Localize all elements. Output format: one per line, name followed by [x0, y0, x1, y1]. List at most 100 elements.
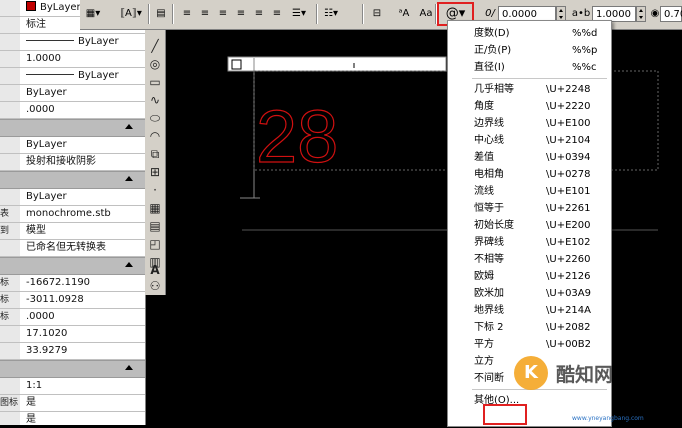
property-row[interactable]: ByLayer — [0, 85, 145, 102]
collapse-arrow-icon[interactable] — [125, 124, 133, 129]
gradient-tool-icon[interactable]: ▤ — [147, 218, 163, 234]
columns-icon[interactable]: ▤ — [154, 6, 168, 22]
property-row[interactable]: 标 -3011.0928 — [0, 292, 145, 309]
multiline-text-icon[interactable]: A — [147, 262, 163, 278]
section-print-style[interactable] — [0, 171, 145, 189]
symbol-menu-item[interactable]: 直径(I) %%c — [448, 59, 611, 76]
circle-tool-icon[interactable]: ◎ — [147, 56, 163, 72]
property-row[interactable]: 17.1020 — [0, 326, 145, 343]
property-value-cell[interactable]: ByLayer — [22, 68, 145, 84]
property-value-cell[interactable]: ByLayer — [22, 137, 145, 153]
align-left-icon[interactable]: ≡ — [180, 6, 194, 22]
symbol-menu-item[interactable]: 欧姆 \U+2126 — [448, 268, 611, 285]
ellipse-tool-icon[interactable]: ⬭ — [147, 110, 163, 126]
symbol-menu-item[interactable]: 其他(O)... — [448, 392, 611, 409]
symbol-menu-item[interactable]: 平方 \U+00B2 — [448, 336, 611, 353]
tab-stop-icon[interactable] — [231, 59, 242, 70]
property-row[interactable]: 已命名但无转换表 — [0, 240, 145, 257]
property-row[interactable]: 是 — [0, 412, 145, 425]
symbol-menu-item[interactable]: 边界线 \U+E100 — [448, 115, 611, 132]
property-row[interactable]: 表 monochrome.stb — [0, 206, 145, 223]
symbol-menu-item[interactable]: 初始长度 \U+E200 — [448, 217, 611, 234]
property-value-cell[interactable]: ByLayer — [22, 85, 145, 101]
property-row[interactable]: ByLayer — [0, 137, 145, 154]
bold-format-icon[interactable]: ▦▾ — [82, 6, 104, 22]
align-center-icon[interactable]: ≡ — [198, 6, 212, 22]
hatch-tool-icon[interactable]: ▦ — [147, 200, 163, 216]
property-value-cell[interactable]: 投射和接收阴影 — [22, 154, 145, 170]
symbol-menu-item[interactable]: 流线 \U+E101 — [448, 183, 611, 200]
symbol-menu-item[interactable]: 电相角 \U+0278 — [448, 166, 611, 183]
line-tool-icon[interactable]: ╱ — [147, 38, 163, 54]
property-value-cell[interactable]: 33.9279 — [22, 343, 145, 359]
tracking-field[interactable]: 0.70 — [660, 6, 682, 22]
symbol-menu-item[interactable]: 下标 2 \U+2082 — [448, 319, 611, 336]
property-value-cell[interactable]: 已命名但无转换表 — [22, 240, 145, 256]
distribute-icon[interactable]: ≡ — [252, 6, 266, 22]
vertical-align-icon[interactable]: ⟦A⟧▾ — [120, 6, 142, 22]
symbol-menu-item[interactable]: 恒等于 \U+2261 — [448, 200, 611, 217]
property-value-cell[interactable]: .0000 — [22, 102, 145, 118]
region-tool-icon[interactable]: ◰ — [147, 236, 163, 252]
add-selected-icon[interactable]: ⚇ — [147, 278, 163, 294]
numbering-icon[interactable]: ☷▾ — [322, 6, 340, 22]
property-row[interactable]: ByLayer — [0, 189, 145, 206]
symbol-menu-item[interactable]: 度数(D) %%d — [448, 25, 611, 42]
property-row[interactable]: 标 -16672.1190 — [0, 275, 145, 292]
symbol-menu-item[interactable]: 界碑线 \U+E102 — [448, 234, 611, 251]
section-3d-visualization[interactable] — [0, 119, 145, 137]
property-row[interactable]: 到模型 — [0, 223, 145, 240]
align-right-icon[interactable]: ≡ — [216, 6, 230, 22]
property-row[interactable]: 1.0000 — [0, 51, 145, 68]
symbol-menu-item[interactable]: 地界线 \U+214A — [448, 302, 611, 319]
section-view[interactable] — [0, 257, 145, 275]
property-value-cell[interactable]: 1.0000 — [22, 51, 145, 67]
property-value-cell[interactable]: 是 — [22, 412, 145, 425]
property-row[interactable]: .0000 — [0, 102, 145, 119]
collapse-arrow-icon[interactable] — [125, 365, 133, 370]
insert-field-icon[interactable]: ⊟ — [370, 6, 384, 22]
property-value-cell[interactable]: 1:1 — [22, 378, 145, 394]
property-value-cell[interactable]: 17.1020 — [22, 326, 145, 342]
ellipse-arc-tool-icon[interactable]: ◠ — [147, 128, 163, 144]
property-value-cell[interactable]: ByLayer — [22, 34, 145, 50]
collapse-arrow-icon[interactable] — [125, 176, 133, 181]
property-value-cell[interactable]: 模型 — [22, 223, 145, 239]
symbol-menu-item[interactable]: 正/负(P) %%p — [448, 42, 611, 59]
symbol-menu-item[interactable]: 中心线 \U+2104 — [448, 132, 611, 149]
make-block-icon[interactable]: ⊞ — [147, 164, 163, 180]
text-ruler[interactable] — [227, 56, 447, 72]
section-misc[interactable] — [0, 360, 145, 378]
paragraph-icon[interactable]: ≡ — [270, 6, 284, 22]
symbol-menu-item[interactable]: 几乎相等 \U+2248 — [448, 81, 611, 98]
collapse-arrow-icon[interactable] — [125, 262, 133, 267]
property-row[interactable]: 标 .0000 — [0, 309, 145, 326]
uppercase-icon[interactable]: ᵃA — [396, 6, 412, 22]
lowercase-icon[interactable]: Aa — [418, 6, 434, 22]
property-value-cell[interactable]: -16672.1190 — [22, 275, 145, 291]
menu-item-label: 角度 — [474, 101, 494, 112]
property-row[interactable]: 投射和接收阴影 — [0, 154, 145, 171]
property-value-cell[interactable]: -3011.0928 — [22, 292, 145, 308]
property-value-cell[interactable]: .0000 — [22, 309, 145, 325]
spline-tool-icon[interactable]: ∿ — [147, 92, 163, 108]
symbol-menu-item[interactable]: 角度 \U+2220 — [448, 98, 611, 115]
width-factor-spinner[interactable] — [636, 6, 646, 22]
insert-block-icon[interactable]: ⧉ — [147, 146, 163, 162]
property-value-cell[interactable]: ByLayer — [22, 189, 145, 205]
line-spacing-icon[interactable]: ☰▾ — [290, 6, 308, 22]
property-value-cell[interactable]: monochrome.stb — [22, 206, 145, 222]
property-row[interactable]: ByLayer — [0, 68, 145, 85]
symbol-menu-item[interactable]: 不相等 \U+2260 — [448, 251, 611, 268]
symbol-menu-item[interactable]: 差值 \U+0394 — [448, 149, 611, 166]
property-row[interactable]: 图标是 — [0, 395, 145, 412]
property-row[interactable]: 33.9279 — [0, 343, 145, 360]
symbol-menu-item[interactable]: 欧米加 \U+03A9 — [448, 285, 611, 302]
property-row[interactable]: ByLayer — [0, 34, 145, 51]
justify-icon[interactable]: ≡ — [234, 6, 248, 22]
point-tool-icon[interactable]: · — [147, 182, 163, 198]
rectangle-tool-icon[interactable]: ▭ — [147, 74, 163, 90]
red-text[interactable]: 28 — [255, 94, 339, 178]
property-row[interactable]: 1:1 — [0, 378, 145, 395]
property-value-cell[interactable]: 是 — [22, 395, 145, 411]
